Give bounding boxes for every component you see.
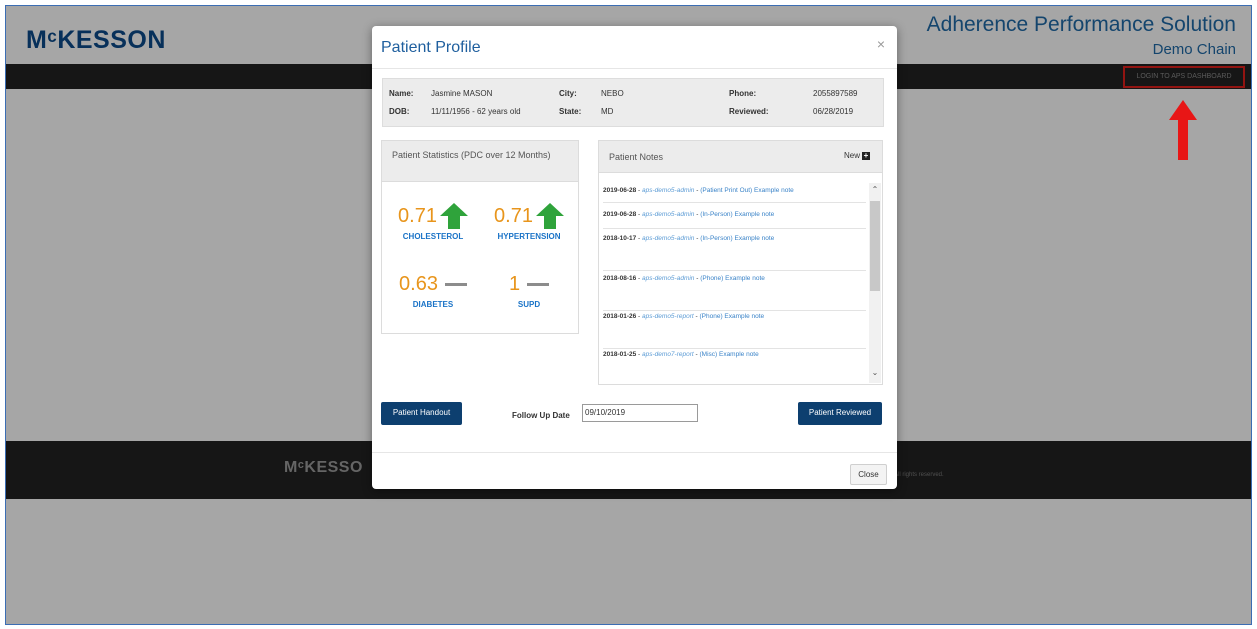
patient-state: MD: [601, 107, 614, 116]
app-window: MᶜKESSON Adherence Performance Solution …: [5, 5, 1252, 625]
note-text: (Misc) Example note: [699, 351, 759, 358]
note-text: (Phone) Example note: [700, 275, 765, 282]
scrollbar-thumb[interactable]: [870, 201, 880, 291]
patient-phone: 2055897589: [813, 89, 858, 98]
reviewed-date: 06/28/2019: [813, 107, 854, 116]
note-user[interactable]: aps-demo5-report: [642, 313, 694, 320]
patient-handout-button[interactable]: Patient Handout: [381, 402, 462, 425]
footer-divider: [372, 452, 897, 453]
note-date: 2019-06-28: [603, 211, 637, 218]
phone-label: Phone:: [729, 89, 757, 98]
note-text: (In-Person) Example note: [700, 211, 775, 218]
statistics-title: Patient Statistics (PDC over 12 Months): [382, 141, 578, 182]
stat-cholesterol: 0.71 CHOLESTEROL: [388, 201, 478, 241]
note-user[interactable]: aps-demo5-admin: [642, 235, 694, 242]
stat-diabetes: 0.63 DIABETES: [388, 269, 478, 309]
list-item[interactable]: 2019-06-28 - aps-demo5-admin - (In-Perso…: [603, 211, 866, 229]
close-button[interactable]: Close: [850, 464, 887, 485]
stat-supd: 1 SUPD: [484, 269, 574, 309]
header-divider: [372, 68, 897, 69]
new-note-button[interactable]: New +: [844, 151, 870, 160]
plus-icon: +: [862, 150, 870, 160]
list-item[interactable]: 2018-01-25 - aps-demo7-report - (Misc) E…: [603, 351, 866, 381]
patient-name: Jasmine MASON: [431, 89, 493, 98]
list-item[interactable]: 2019-06-28 - aps-demo5-admin - (Patient …: [603, 187, 866, 203]
up-arrow-icon: [439, 203, 468, 229]
stat-value: 1: [508, 272, 521, 295]
note-user[interactable]: aps-demo5-admin: [642, 275, 694, 282]
chevron-down-icon[interactable]: ⌄: [869, 368, 881, 377]
notes-scrollbar[interactable]: ⌃ ⌄: [869, 183, 881, 383]
stat-label: CHOLESTEROL: [402, 232, 464, 241]
state-label: State:: [559, 107, 582, 116]
stat-hypertension: 0.71 HYPERTENSION: [484, 201, 574, 241]
dash-icon: [527, 282, 550, 286]
modal-title: Patient Profile: [381, 39, 481, 56]
dob-label: DOB:: [389, 107, 410, 116]
note-date: 2018-01-26: [603, 313, 637, 320]
note-user[interactable]: aps-demo5-admin: [642, 211, 694, 218]
patient-dob: 11/11/1956 - 62 years old: [431, 107, 521, 116]
stat-value: 0.63: [399, 272, 438, 295]
note-date: 2018-10-17: [603, 235, 637, 242]
stat-label: HYPERTENSION: [497, 232, 561, 241]
list-item[interactable]: 2018-10-17 - aps-demo5-admin - (In-Perso…: [603, 235, 866, 271]
patient-profile-modal: Patient Profile × Name: Jasmine MASON DO…: [372, 26, 897, 489]
notes-title: Patient Notes: [609, 152, 664, 162]
follow-up-date-input[interactable]: 09/10/2019: [582, 404, 698, 422]
notes-header: Patient Notes New +: [599, 141, 882, 173]
note-text: (Patient Print Out) Example note: [700, 187, 794, 194]
note-date: 2019-06-28: [603, 187, 637, 194]
chevron-up-icon[interactable]: ⌃: [869, 185, 881, 194]
new-note-label: New: [843, 151, 860, 160]
note-date: 2018-08-16: [603, 275, 637, 282]
dash-icon: [444, 282, 467, 286]
patient-city: NEBO: [601, 89, 624, 98]
notes-list[interactable]: 2019-06-28 - aps-demo5-admin - (Patient …: [603, 183, 866, 383]
stat-label: SUPD: [517, 300, 541, 309]
reviewed-label: Reviewed:: [729, 107, 769, 116]
patient-reviewed-button[interactable]: Patient Reviewed: [798, 402, 882, 425]
up-arrow-icon: [535, 203, 564, 229]
note-date: 2018-01-25: [603, 351, 637, 358]
note-user[interactable]: aps-demo5-admin: [642, 187, 694, 194]
note-text: (Phone) Example note: [699, 313, 765, 320]
name-label: Name:: [389, 89, 414, 98]
follow-up-date-label: Follow Up Date: [512, 411, 570, 420]
list-item[interactable]: 2018-08-16 - aps-demo5-admin - (Phone) E…: [603, 275, 866, 311]
stat-label: DIABETES: [412, 300, 454, 309]
patient-info-box: Name: Jasmine MASON DOB: 11/11/1956 - 62…: [382, 78, 884, 127]
red-arrow-annotation-icon: [1169, 100, 1197, 160]
close-icon[interactable]: ×: [877, 36, 885, 52]
note-text: (In-Person) Example note: [700, 235, 775, 242]
patient-notes-panel: Patient Notes New + 2019-06-28 - aps-dem…: [598, 140, 883, 385]
city-label: City:: [559, 89, 577, 98]
stat-value: 0.71: [494, 204, 533, 227]
patient-statistics-panel: Patient Statistics (PDC over 12 Months) …: [381, 140, 579, 334]
stat-value: 0.71: [398, 204, 437, 227]
list-item[interactable]: 2018-01-26 - aps-demo5-report - (Phone) …: [603, 313, 866, 349]
note-user[interactable]: aps-demo7-report: [642, 351, 694, 358]
